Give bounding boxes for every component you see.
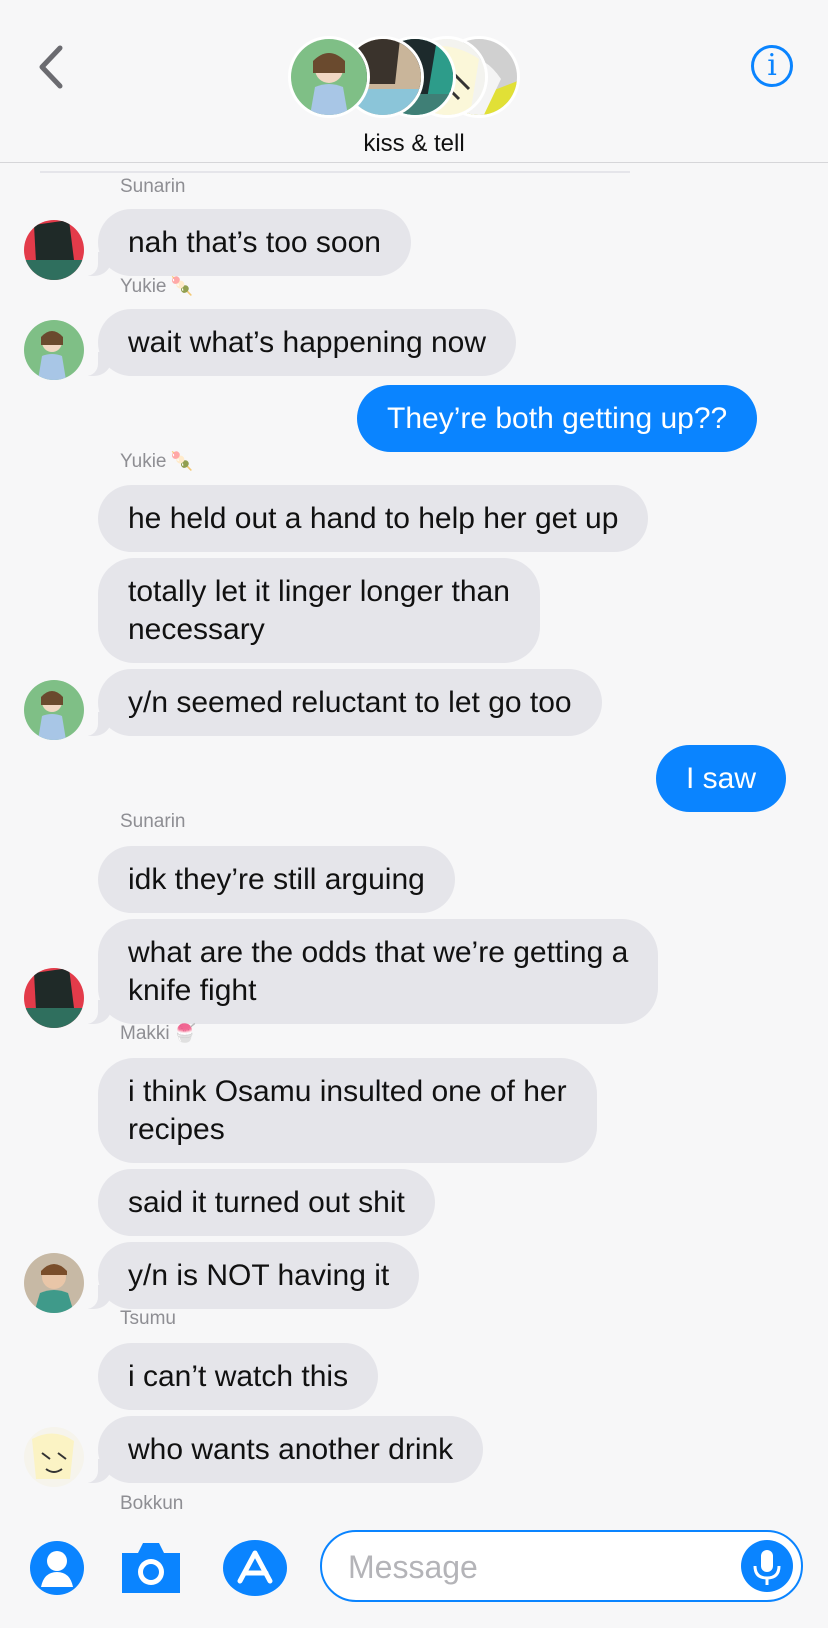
compose-toolbar <box>0 1525 828 1628</box>
sender-name: Bokkun <box>120 1493 184 1514</box>
shaved-ice-icon: 🍧 <box>173 1023 197 1043</box>
avatar[interactable] <box>24 220 84 280</box>
message-bubble-incoming[interactable]: nah that’s too soon <box>78 209 411 276</box>
avatar[interactable] <box>24 968 84 1028</box>
contacts-button[interactable] <box>30 1541 84 1600</box>
dango-icon: 🍡 <box>170 451 193 471</box>
message-bubble-incoming[interactable]: i can’t watch this <box>98 1343 379 1410</box>
divider <box>40 171 630 173</box>
person-icon <box>30 1541 84 1595</box>
group-avatar-1 <box>288 36 370 118</box>
message-field[interactable] <box>320 1530 803 1602</box>
info-button[interactable]: i <box>751 45 793 87</box>
back-button[interactable] <box>34 42 70 92</box>
app-store-button[interactable] <box>222 1539 288 1602</box>
message-bubble-incoming[interactable]: y/n is NOT having it <box>77 1242 420 1309</box>
message-bubble-incoming[interactable]: i think Osamu insulted one of her recipes <box>98 1058 597 1163</box>
sender-name: Makki 🍧 <box>120 1023 197 1044</box>
message-bubble-incoming[interactable]: said it turned out shit <box>98 1169 435 1236</box>
message-bubble-incoming[interactable]: totally let it linger longer than necessa… <box>98 558 540 663</box>
group-avatars[interactable] <box>288 36 528 122</box>
avatar[interactable] <box>24 1427 84 1487</box>
microphone-icon <box>753 1550 781 1585</box>
message-input[interactable] <box>346 1546 710 1588</box>
sender-name: Sunarin <box>120 811 186 832</box>
sender-name: Sunarin <box>120 176 186 197</box>
info-icon: i <box>767 48 777 83</box>
conversation-title[interactable]: kiss & tell <box>0 130 828 158</box>
message-bubble-incoming[interactable]: he held out a hand to help her get up <box>98 485 649 552</box>
conversation-header: kiss & tell i <box>0 0 828 163</box>
message-bubble-outgoing[interactable]: I saw <box>656 745 787 812</box>
message-list[interactable]: Sunarin nah that’s too soon Yukie 🍡 wait … <box>0 163 828 1525</box>
dictation-button[interactable] <box>741 1540 793 1592</box>
message-bubble-incoming[interactable]: who wants another drink <box>77 1416 484 1483</box>
avatar[interactable] <box>24 680 84 740</box>
app-store-icon <box>223 1540 287 1596</box>
avatar[interactable] <box>24 1253 84 1313</box>
message-bubble-incoming[interactable]: wait what’s happening now <box>77 309 517 376</box>
message-bubble-incoming[interactable]: what are the odds that we’re getting a kn… <box>77 919 659 1024</box>
camera-button[interactable] <box>118 1539 184 1602</box>
sender-name: Yukie 🍡 <box>120 276 193 297</box>
avatar[interactable] <box>24 320 84 380</box>
camera-icon <box>122 1543 180 1593</box>
sender-name: Yukie 🍡 <box>120 451 193 472</box>
message-bubble-outgoing[interactable]: They’re both getting up?? <box>357 385 758 452</box>
sender-name: Tsumu <box>120 1308 176 1329</box>
message-bubble-incoming[interactable]: y/n seemed reluctant to let go too <box>78 669 602 736</box>
dango-icon: 🍡 <box>170 276 193 296</box>
message-bubble-incoming[interactable]: idk they’re still arguing <box>98 846 455 913</box>
chevron-left-icon <box>39 45 63 89</box>
